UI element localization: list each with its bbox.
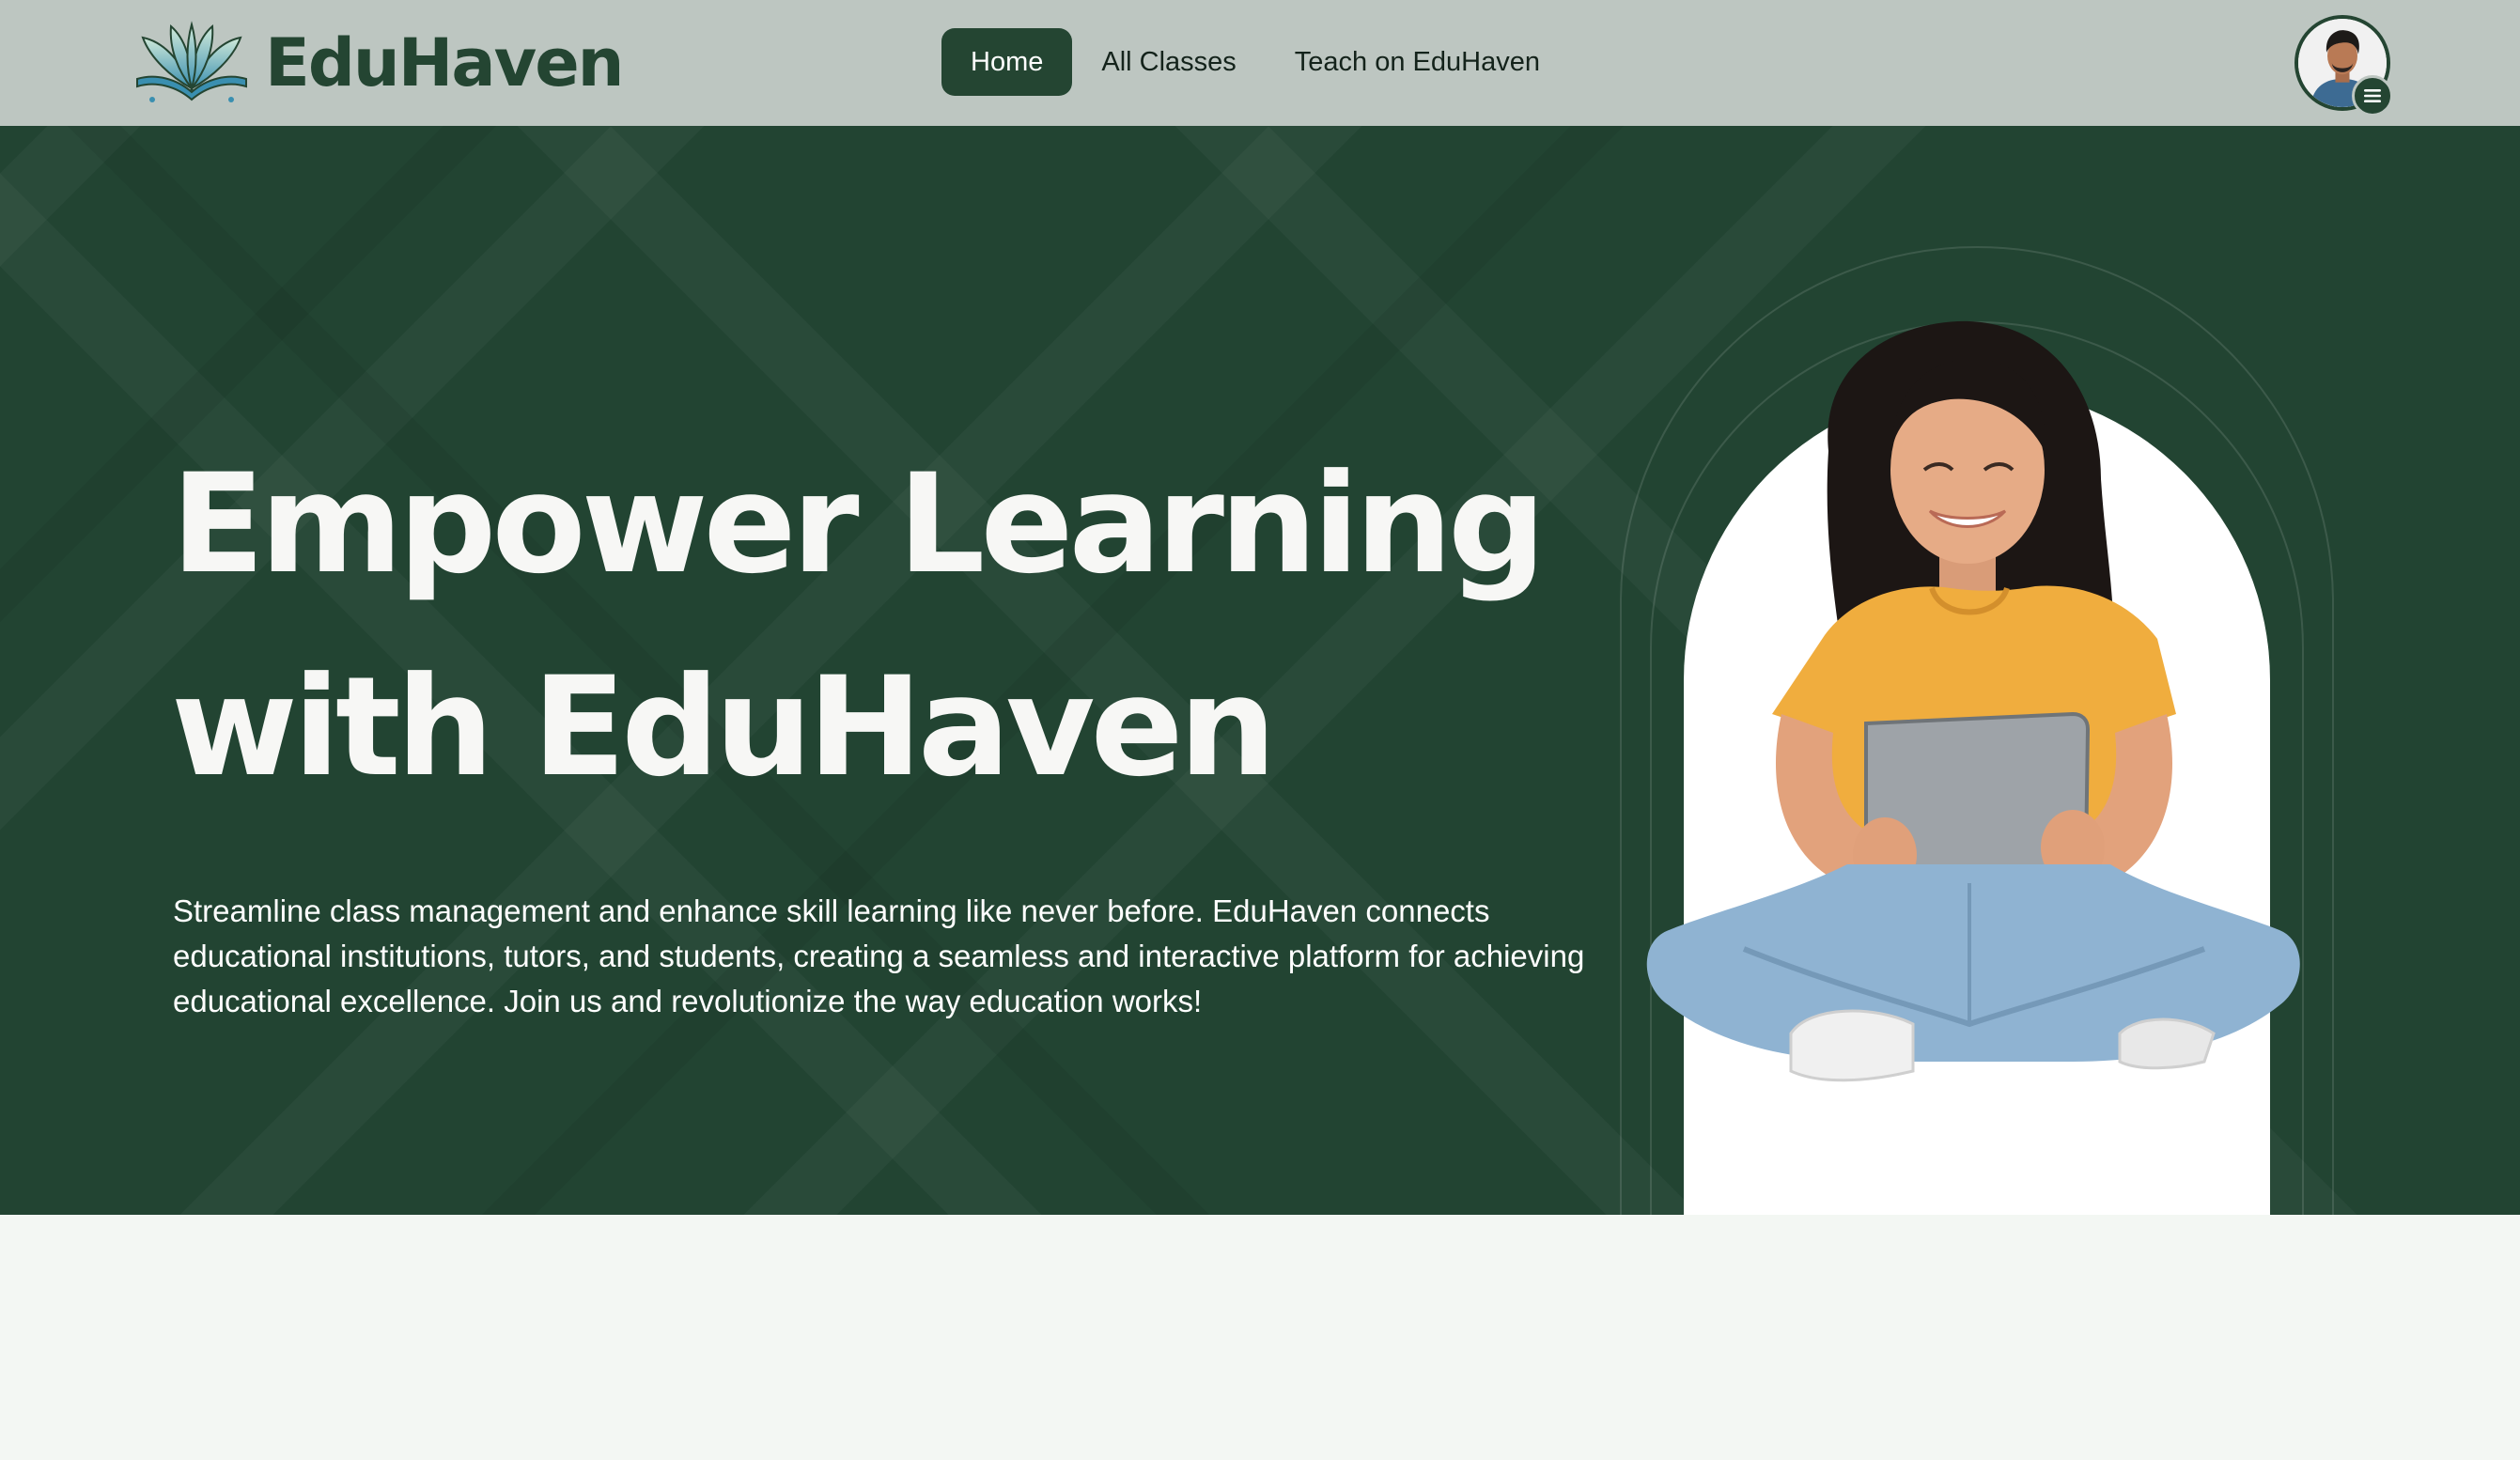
hamburger-menu-icon	[2364, 89, 2381, 102]
hero-section: Empower Learning with EduHaven Streamlin…	[0, 126, 2520, 1215]
brand-logo-link[interactable]: EduHaven	[133, 21, 625, 105]
student-with-tablet-illustration	[1646, 320, 2300, 1082]
hero-title: Empower Learning with EduHaven	[171, 444, 1546, 807]
main-nav: Home All Classes Teach on EduHaven	[941, 28, 1569, 96]
nav-home-link[interactable]: Home	[941, 28, 1073, 96]
navbar: EduHaven Home All Classes Teach on EduHa…	[0, 0, 2520, 126]
nav-all-classes-link[interactable]: All Classes	[1072, 28, 1265, 96]
brand-name: EduHaven	[265, 24, 625, 101]
nav-teach-link[interactable]: Teach on EduHaven	[1266, 28, 1569, 96]
next-section	[0, 1215, 2520, 1460]
user-menu-button[interactable]	[2352, 75, 2393, 116]
open-book-logo-icon	[136, 21, 247, 102]
hero-description: Streamline class management and enhance …	[173, 893, 1585, 1018]
